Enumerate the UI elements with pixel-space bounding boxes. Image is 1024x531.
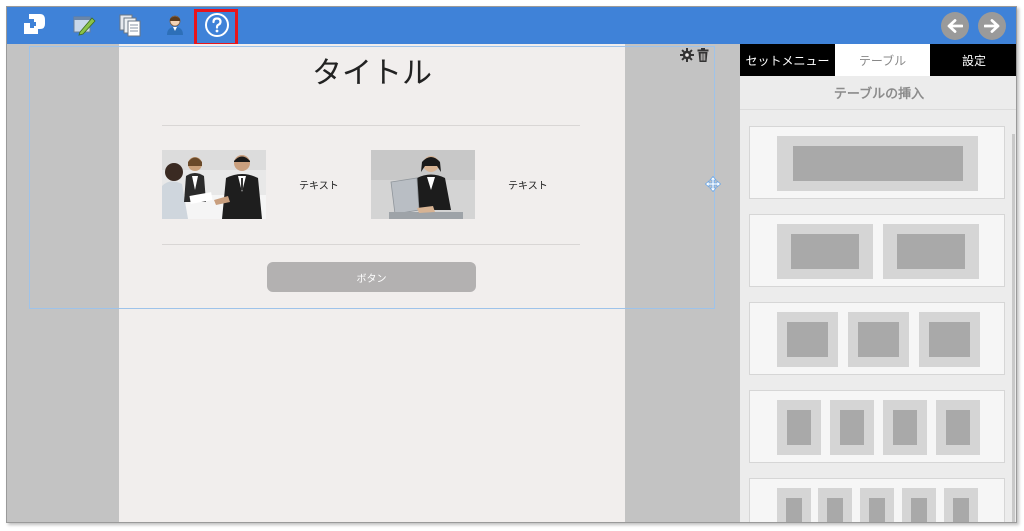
back-arrow-icon [947,19,963,33]
move-handle-icon[interactable] [705,176,721,192]
forward-button[interactable] [978,12,1006,40]
pages-icon[interactable] [117,12,143,38]
logo-icon[interactable] [21,12,47,38]
panel-tabs: セットメニュー テーブル 設定 [740,44,1016,76]
tab-settings[interactable]: 設定 [930,44,1016,76]
selected-block-outline [29,46,715,309]
table-template-3-columns[interactable] [749,302,1005,375]
app-window: タイトル テキスト テキスト ボタン セットメニュー テーブル 設定 テーブルの… [6,6,1017,523]
user-icon[interactable] [162,12,188,38]
panel-scrollbar[interactable] [1012,134,1015,522]
table-template-5-columns[interactable] [749,478,1005,522]
top-toolbar [7,7,1016,46]
gear-icon[interactable] [680,48,694,62]
tab-table[interactable]: テーブル [835,44,930,76]
table-template-4-columns[interactable] [749,390,1005,463]
table-template-2-columns[interactable] [749,214,1005,287]
block-tools [680,48,709,62]
forward-arrow-icon [984,19,1000,33]
back-button[interactable] [941,12,969,40]
editor-canvas: タイトル テキスト テキスト ボタン [7,44,740,522]
help-icon-highlight [194,9,238,46]
table-template-list [749,126,1005,522]
edit-page-icon[interactable] [71,12,97,38]
tab-set-menu[interactable]: セットメニュー [740,44,835,76]
trash-icon[interactable] [697,48,709,62]
panel-heading: テーブルの挿入 [740,76,1016,110]
table-template-1-column[interactable] [749,126,1005,199]
side-panel: セットメニュー テーブル 設定 テーブルの挿入 [740,44,1016,522]
